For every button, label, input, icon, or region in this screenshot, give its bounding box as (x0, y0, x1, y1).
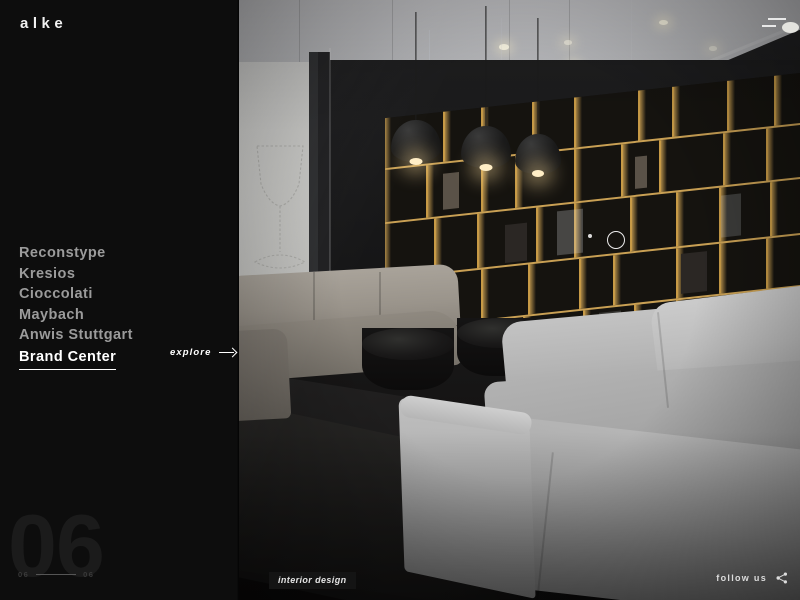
gray-sofa (394, 280, 800, 600)
arrow-right-icon (218, 348, 236, 357)
pagination-progress-bar[interactable] (36, 573, 77, 576)
follow-us-label: follow us (716, 573, 767, 583)
pendant-lamp (509, 18, 567, 186)
cursor-dot-icon (588, 234, 592, 238)
nav-item-cioccolati[interactable]: Cioccolati (19, 284, 229, 306)
explore-label: explore (170, 347, 212, 358)
pendant-lamp (457, 6, 515, 178)
circle-cursor-icon (607, 231, 625, 249)
pendant-lamp (387, 12, 445, 172)
pagination-total: 06 (83, 570, 95, 579)
hero-image-panel[interactable] (239, 0, 800, 600)
explore-link[interactable]: explore (170, 347, 236, 358)
nav-item-brand-center[interactable]: Brand Center (19, 347, 117, 370)
pagination-current: 06 (18, 570, 30, 579)
slide-pagination[interactable]: 06 06 (18, 570, 94, 579)
category-tag: interior design (269, 572, 356, 589)
app-window: case studies interior design follow us a… (0, 0, 800, 600)
follow-us[interactable]: follow us (716, 572, 788, 584)
nav-item-kresios[interactable]: Kresios (19, 264, 229, 286)
share-icon[interactable] (776, 572, 788, 584)
interior-photo (239, 0, 800, 600)
sidebar: alke Reconstype Kresios Cioccolati Mayba… (0, 0, 239, 600)
menu-indicator-dot (782, 22, 799, 33)
brand-logo[interactable]: alke (20, 15, 67, 32)
nav-item-reconstype[interactable]: Reconstype (19, 243, 229, 265)
wine-glass-graphic (253, 145, 307, 269)
nav-item-anwis-stuttgart[interactable]: Anwis Stuttgart (19, 325, 229, 347)
nav-item-maybach[interactable]: Maybach (19, 305, 229, 327)
